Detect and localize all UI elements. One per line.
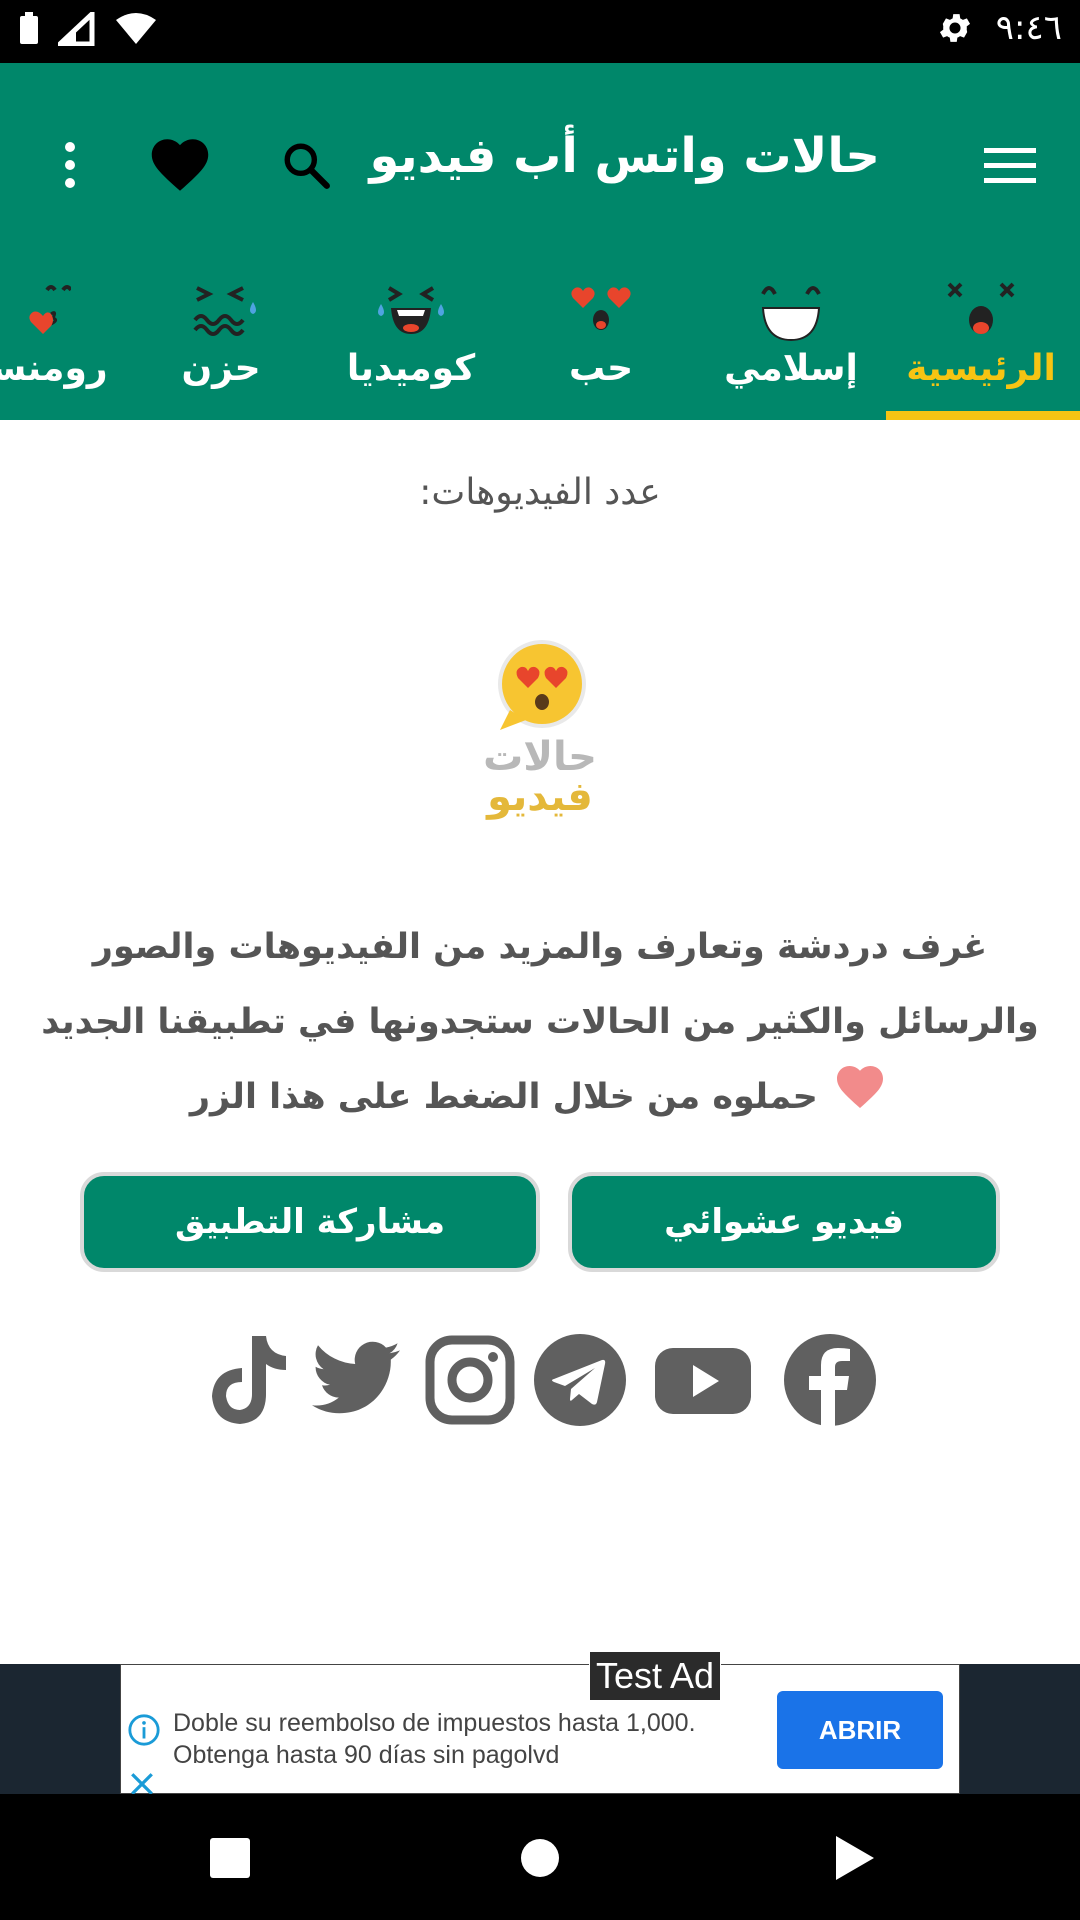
status-icons-right: ٩:٤٦ [936,8,1062,48]
back-button[interactable] [830,1834,878,1882]
tiktok-icon[interactable] [200,1332,296,1428]
facebook-icon[interactable] [782,1332,878,1428]
app-logo: حالات فيديو [483,640,597,820]
laughing-icon [378,286,444,334]
twitter-icon[interactable] [308,1332,404,1428]
video-count-label: عدد الفيديوهات: [419,472,661,513]
more-vert-icon[interactable] [50,133,90,197]
social-links [200,1332,880,1432]
wifi-icon [116,13,156,44]
home-button[interactable] [516,1834,564,1882]
tab-indicator [886,411,1080,420]
tab-label: كوميديا [346,348,476,389]
toolbar: حالات واتس أب فيديو [0,63,1080,268]
navigation-bar [0,1794,1080,1920]
description-part1: غرف دردشة وتعارف والمزيد من الفيديوهات و… [41,927,1039,1042]
tab-label: حب [568,348,634,389]
share-app-button[interactable]: مشاركة التطبيق [80,1172,540,1272]
recents-button[interactable] [206,1834,254,1882]
svg-text:فيديو: فيديو [485,774,593,820]
app-title: حالات واتس أب فيديو [369,128,880,184]
status-bar: ٩:٤٦ [0,0,1080,63]
smile-icon [761,286,821,342]
heart-eyes-icon [571,287,631,330]
signal-icon [58,12,95,46]
description-part2: حملوه من خلال الضغط على هذا الزر [189,1077,818,1117]
tab-label: الرئيسية [906,348,1056,389]
tab-comedy[interactable]: كوميديا [316,268,506,420]
tab-label: حزن [181,348,261,389]
kiss-icon [29,285,71,334]
tab-label: رومنسي [0,348,108,389]
instagram-icon[interactable] [422,1332,518,1428]
test-ad-label: Test Ad [589,1651,722,1701]
settings-icon [939,14,970,42]
info-icon[interactable] [127,1713,161,1747]
search-icon[interactable] [276,135,336,195]
heart-icon[interactable] [148,133,212,197]
telegram-icon[interactable] [532,1332,628,1428]
battery-icon [20,12,38,44]
tab-love[interactable]: حب [506,268,696,420]
random-video-button[interactable]: فيديو عشوائي [568,1172,1000,1272]
tab-romance[interactable]: رومنسي [0,268,126,420]
app-bar: حالات واتس أب فيديو الرئيسية إسلامي حب ك… [0,63,1080,420]
tab-islamic[interactable]: إسلامي [696,268,886,420]
description-text: غرف دردشة وتعارف والمزيد من الفيديوهات و… [40,910,1040,1136]
crying-icon [193,286,256,336]
ad-text: Doble su reembolso de impuestos hasta 1,… [173,1709,696,1769]
category-tabs: الرئيسية إسلامي حب كوميديا حزن رومنس [0,268,1080,420]
main-content: عدد الفيديوهات: حالات فيديو غرف دردشة وت… [0,420,1080,1664]
tab-home[interactable]: الرئيسية [886,268,1076,420]
ad-banner[interactable]: Doble su reembolso de impuestos hasta 1,… [120,1651,960,1795]
tab-sad[interactable]: حزن [126,268,316,420]
ad-area: Doble su reembolso de impuestos hasta 1,… [0,1651,1080,1795]
ad-open-button[interactable]: ABRIR [777,1691,943,1769]
dizzy-face-icon [947,282,1015,334]
pink-heart-icon [836,1061,884,1136]
clock: ٩:٤٦ [995,8,1062,48]
tab-label: إسلامي [724,348,858,389]
youtube-icon[interactable] [655,1332,751,1428]
menu-icon[interactable] [982,138,1038,194]
status-icons-left [18,12,158,46]
